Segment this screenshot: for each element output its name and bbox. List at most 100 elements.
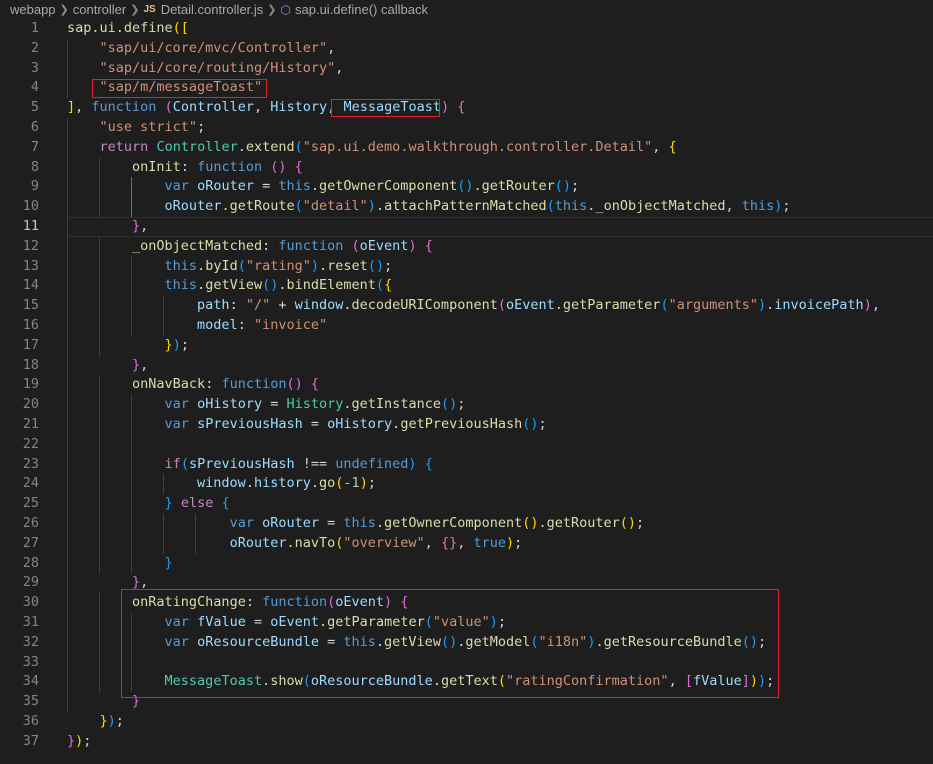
code-editor[interactable]: 1 sap.ui.define([2 "sap/ui/core/mvc/Contr… <box>0 19 933 764</box>
code-line[interactable]: 25 } else { <box>0 494 933 514</box>
code-token: ) <box>440 99 450 116</box>
breadcrumb-item-controller[interactable]: controller <box>73 2 126 17</box>
breadcrumb-item-symbol[interactable]: sap.ui.define() callback <box>295 2 428 17</box>
code-token: path <box>197 297 230 314</box>
code-text: var sPreviousHash = oHistory.getPrevious… <box>67 415 547 435</box>
code-token: = <box>245 614 271 630</box>
code-token: ) <box>505 534 515 551</box>
code-token: invoicePath <box>774 297 864 314</box>
code-line[interactable]: 3 "sap/ui/core/routing/History", <box>0 59 933 79</box>
code-token: , <box>140 356 149 373</box>
code-line[interactable]: 20 var oHistory = History.getInstance(); <box>0 395 933 415</box>
code-line[interactable]: 27 oRouter.navTo("overview", {}, true); <box>0 534 933 554</box>
code-text: this.getView().bindElement({ <box>67 276 393 296</box>
code-token: { <box>384 277 393 294</box>
code-line[interactable]: 7 return Controller.extend("sap.ui.demo.… <box>0 138 933 158</box>
code-token: ) <box>367 198 376 215</box>
code-token: { <box>221 495 230 512</box>
code-line[interactable]: 33 <box>0 653 933 673</box>
code-line[interactable]: 9 var oRouter = this.getOwnerComponent()… <box>0 177 933 197</box>
code-line[interactable]: 1 sap.ui.define([ <box>0 19 933 39</box>
code-token: oRouter <box>164 198 222 215</box>
code-line[interactable]: 19 onNavBack: function() { <box>0 375 933 395</box>
code-token: ] <box>741 673 750 690</box>
code-token: function <box>262 594 328 611</box>
code-token: ) <box>107 713 116 729</box>
code-line[interactable]: 4 "sap/m/messageToast" <box>0 78 933 98</box>
code-text: window.history.go(-1); <box>67 474 376 494</box>
code-text: "use strict"; <box>67 118 206 138</box>
code-token: getOwnerComponent <box>319 178 458 195</box>
code-line[interactable]: 6 "use strict"; <box>0 118 933 138</box>
code-line[interactable]: 24 window.history.go(-1); <box>0 474 933 494</box>
code-line[interactable]: 32 var oResourceBundle = this.getView().… <box>0 633 933 653</box>
code-line[interactable]: 22 <box>0 435 933 455</box>
line-number: 3 <box>30 59 39 76</box>
code-token: Controller <box>156 138 238 155</box>
code-token: . <box>595 633 604 650</box>
code-line[interactable]: 35 } <box>0 692 933 712</box>
code-token: () <box>457 178 474 195</box>
code-line[interactable]: 26 var oRouter = this.getOwnerComponent(… <box>0 514 933 534</box>
code-token: "ratingConfirmation" <box>506 673 669 690</box>
code-line[interactable]: 13 this.byId("rating").reset(); <box>0 257 933 277</box>
code-line[interactable]: 8 onInit: function () { <box>0 158 933 178</box>
code-token: oResourceBundle <box>197 633 319 650</box>
code-text: _onObjectMatched: function (oEvent) { <box>67 237 433 257</box>
line-number: 37 <box>22 732 39 749</box>
code-text: }, <box>67 573 148 593</box>
code-line[interactable]: 2 "sap/ui/core/mvc/Controller", <box>0 39 933 59</box>
code-token: { <box>668 138 677 155</box>
code-line[interactable]: 17 }); <box>0 336 933 356</box>
code-line[interactable]: 18 }, <box>0 356 933 376</box>
code-text: ], function (Controller, History, Messag… <box>67 98 465 118</box>
code-line[interactable]: 29 }, <box>0 573 933 593</box>
code-line[interactable]: 36 }); <box>0 712 933 732</box>
code-token: oResourceBundle <box>310 673 433 690</box>
breadcrumb-item-file[interactable]: Detail.controller.js <box>161 2 264 17</box>
code-token: . <box>310 475 320 492</box>
code-token: ( <box>497 297 506 314</box>
code-line[interactable]: 28 } <box>0 554 933 574</box>
code-token: return <box>99 138 149 155</box>
code-token: ) <box>489 614 498 630</box>
code-token: ) <box>172 336 181 353</box>
code-token: } <box>99 713 108 729</box>
code-line[interactable]: 34 MessageToast.show(oResourceBundle.get… <box>0 672 933 692</box>
breadcrumb-item-webapp[interactable]: webapp <box>10 2 56 17</box>
code-token: () <box>270 158 287 175</box>
code-token: { <box>294 158 303 175</box>
code-token: getRouter <box>546 515 620 531</box>
code-line[interactable]: 30 onRatingChange: function(oEvent) { <box>0 593 933 613</box>
code-line[interactable]: 11 }, <box>0 217 933 237</box>
code-line[interactable]: 23 if(sPreviousHash !== undefined) { <box>0 455 933 475</box>
code-token: ([ <box>172 20 189 36</box>
code-line[interactable]: 37}); <box>0 732 933 752</box>
code-token: = <box>319 515 344 531</box>
code-token: , <box>725 198 742 215</box>
code-token: sPreviousHash <box>197 416 303 432</box>
code-line[interactable]: 12 _onObjectMatched: function (oEvent) { <box>0 237 933 257</box>
code-line[interactable]: 21 var sPreviousHash = oHistory.getPrevi… <box>0 415 933 435</box>
code-line[interactable]: 15 path: "/" + window.decodeURIComponent… <box>0 296 933 316</box>
code-line[interactable]: 5], function (Controller, History, Messa… <box>0 98 933 118</box>
code-token: getRoute <box>229 198 295 215</box>
code-token: sap.ui.define <box>67 20 173 36</box>
code-token: onNavBack <box>132 376 206 393</box>
code-line[interactable]: 16 model: "invoice" <box>0 316 933 336</box>
code-line[interactable]: 10 oRouter.getRoute("detail").attachPatt… <box>0 197 933 217</box>
code-line[interactable]: 31 var fValue = oEvent.getParameter("val… <box>0 613 933 633</box>
code-token: . <box>286 534 295 551</box>
code-text: } <box>67 692 140 712</box>
code-text: var oRouter = this.getOwnerComponent().g… <box>67 177 580 197</box>
code-line[interactable]: 14 this.getView().bindElement({ <box>0 276 933 296</box>
code-token: "arguments" <box>668 297 758 314</box>
code-token: fValue <box>197 614 246 630</box>
code-text: } else { <box>67 494 230 514</box>
